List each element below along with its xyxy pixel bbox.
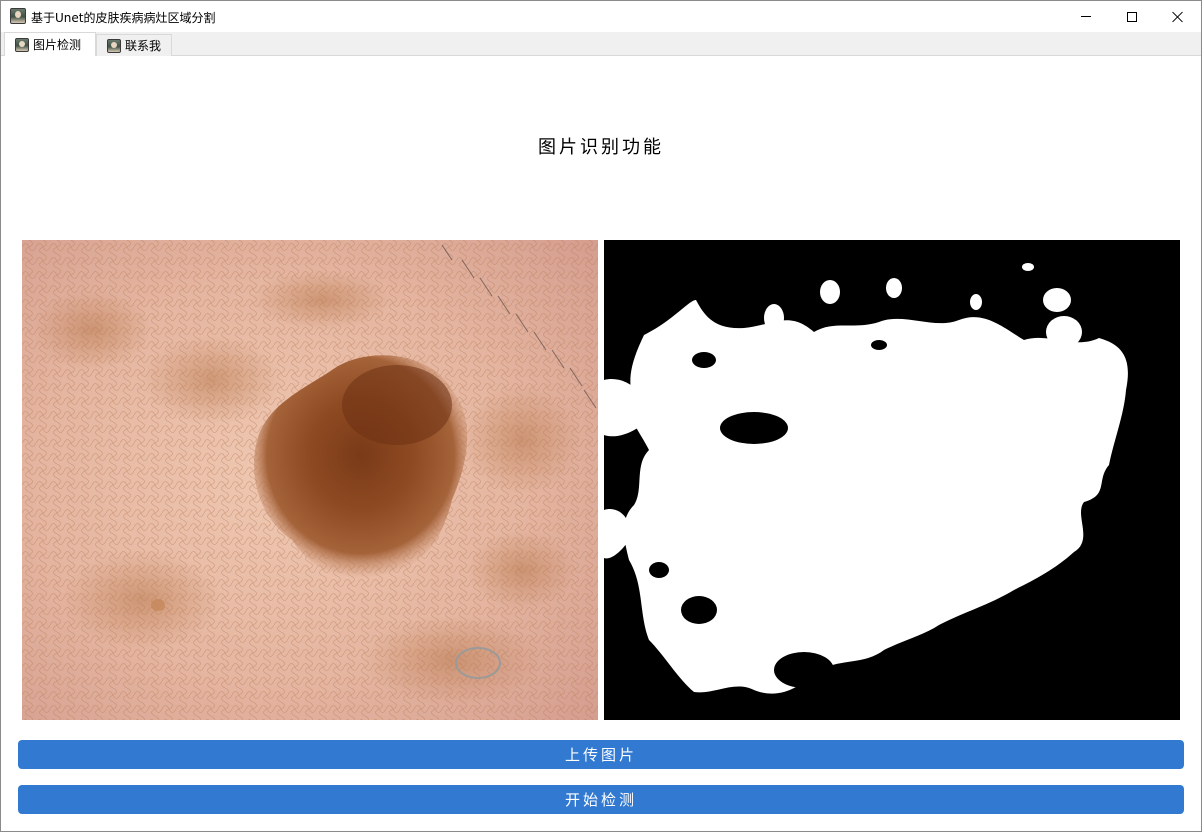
close-button[interactable] [1155, 1, 1201, 32]
close-icon [1172, 11, 1184, 23]
minimize-button[interactable] [1063, 1, 1109, 32]
output-mask-image [604, 240, 1180, 720]
binary-segmentation-mask [604, 240, 1180, 720]
maximize-icon [1127, 11, 1137, 22]
title-bar[interactable]: 基于Unet的皮肤疾病病灶区域分割 [1, 1, 1201, 32]
dermoscopy-skin-lesion-image [22, 240, 598, 720]
tab-image-detection[interactable]: 图片检测 [4, 32, 96, 56]
tab-bar: 图片检测 联系我 [1, 32, 1201, 56]
window-title: 基于Unet的皮肤疾病病灶区域分割 [31, 11, 216, 25]
tab-contact[interactable]: 联系我 [96, 34, 172, 56]
portrait-icon [15, 37, 29, 52]
start-detection-button[interactable]: 开始检测 [18, 785, 1184, 814]
minimize-icon [1081, 16, 1091, 17]
page-title: 图片识别功能 [538, 137, 664, 158]
input-image [22, 240, 598, 720]
upload-image-button[interactable]: 上传图片 [18, 740, 1184, 769]
maximize-button[interactable] [1109, 1, 1155, 32]
tab-label: 图片检测 [33, 38, 82, 52]
tab-label: 联系我 [125, 39, 162, 53]
app-photo-icon [10, 8, 26, 24]
portrait-icon [107, 38, 121, 53]
app-window: 基于Unet的皮肤疾病病灶区域分割 图片检测 联系我 图片识别功能 上传图片 开… [0, 0, 1202, 832]
